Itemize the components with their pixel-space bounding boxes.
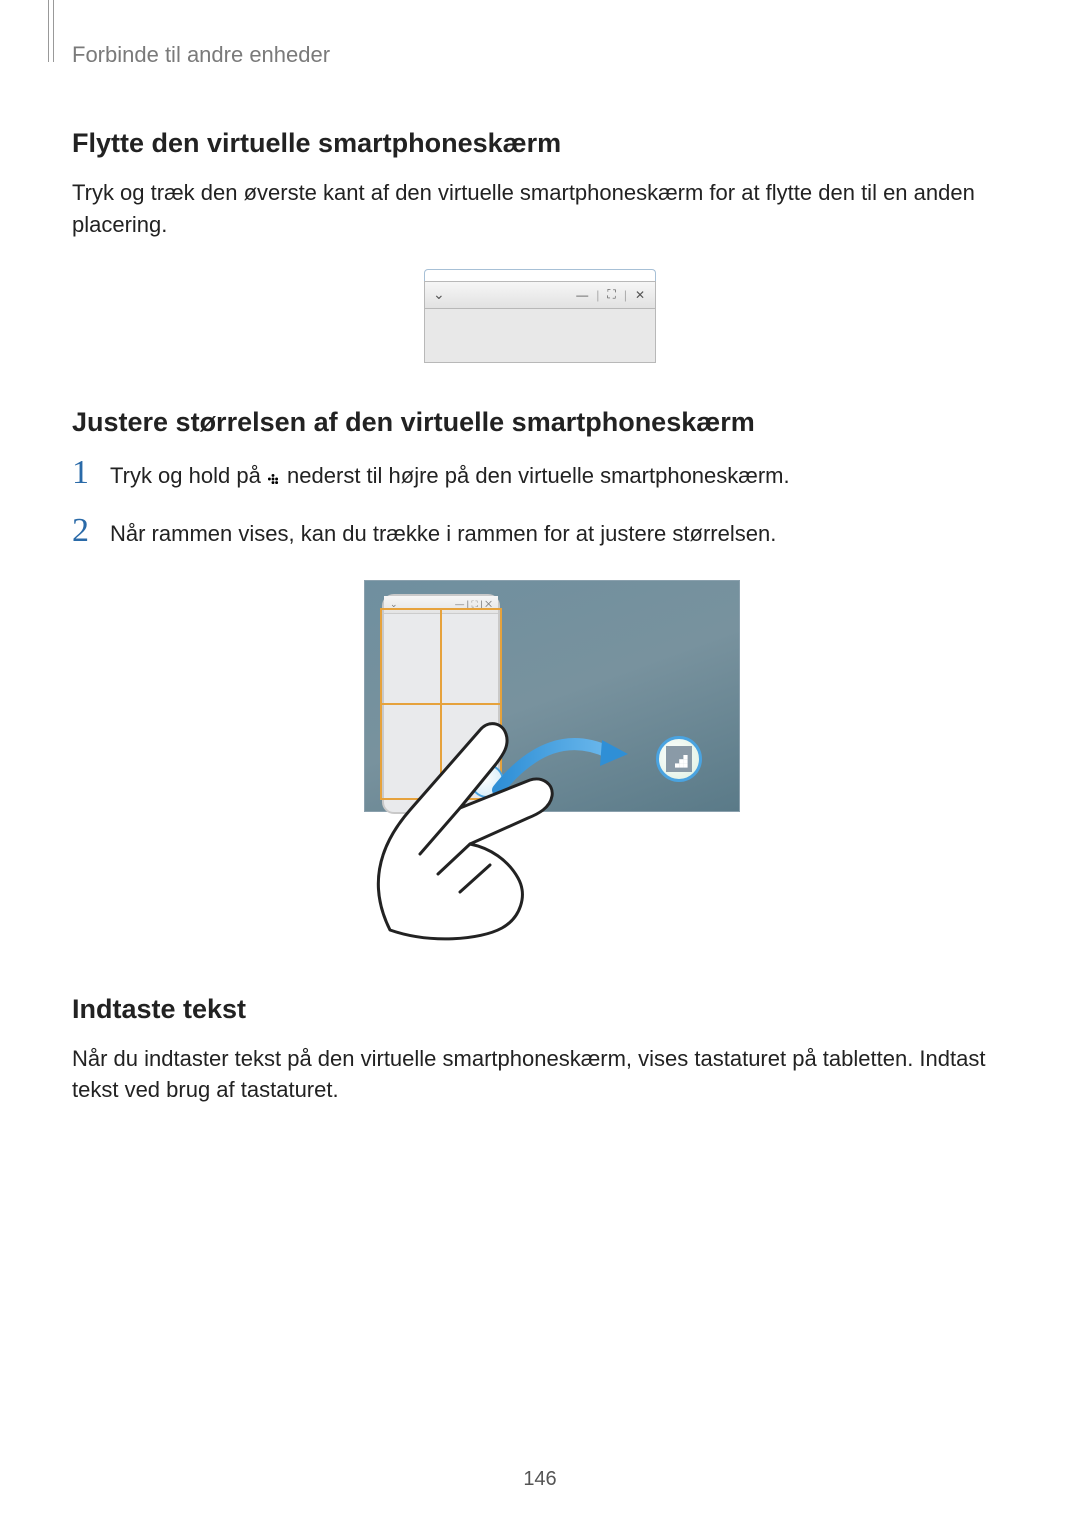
maximize-icon: ⛶: [605, 287, 617, 302]
separator-icon: |: [622, 288, 629, 302]
step-1: 1 Tryk og hold på nederst til højre på d…: [72, 456, 1008, 492]
heading-move-screen: Flytte den virtuelle smartphoneskærm: [72, 128, 1008, 159]
close-icon: ✕: [633, 288, 647, 302]
numbered-steps: 1 Tryk og hold på nederst til højre på d…: [72, 456, 1008, 550]
hand-gesture-icon: [320, 660, 620, 950]
step-number: 1: [72, 456, 96, 490]
page-number: 146: [0, 1468, 1080, 1491]
drag-handle-icon: [267, 473, 281, 485]
dropdown-icon: ⌄: [433, 286, 445, 303]
heading-enter-text: Indtaste tekst: [72, 994, 1008, 1025]
dropdown-icon: ⌄: [390, 599, 398, 610]
window-controls-icon: — | ⛶ | ✕: [455, 599, 492, 610]
figure-resize-gesture: ⌄ — | ⛶ | ✕: [72, 580, 1008, 950]
step-text: Når rammen vises, kan du trække i rammen…: [110, 518, 776, 550]
step-text: Tryk og hold på nederst til højre på den…: [110, 460, 790, 492]
step-2: 2 Når rammen vises, kan du trække i ramm…: [72, 514, 1008, 550]
para-move-screen: Tryk og træk den øverste kant af den vir…: [72, 177, 1008, 241]
virtual-body-placeholder: [424, 309, 656, 363]
figure-titlebar: ⌄ — | ⛶ | ✕: [72, 269, 1008, 363]
para-enter-text: Når du indtaster tekst på den virtuelle …: [72, 1043, 1008, 1107]
minimize-icon: —: [574, 288, 590, 302]
separator-icon: |: [594, 288, 601, 302]
breadcrumb: Forbinde til andre enheder: [72, 42, 1008, 68]
page-tab-mark: [48, 0, 54, 62]
virtual-titlebar: ⌄ — | ⛶ | ✕: [424, 281, 656, 309]
document-page: Forbinde til andre enheder Flytte den vi…: [0, 0, 1080, 1527]
heading-resize-screen: Justere størrelsen af den virtuelle smar…: [72, 407, 1008, 438]
resize-target-icon: [656, 736, 702, 782]
step-number: 2: [72, 514, 96, 548]
